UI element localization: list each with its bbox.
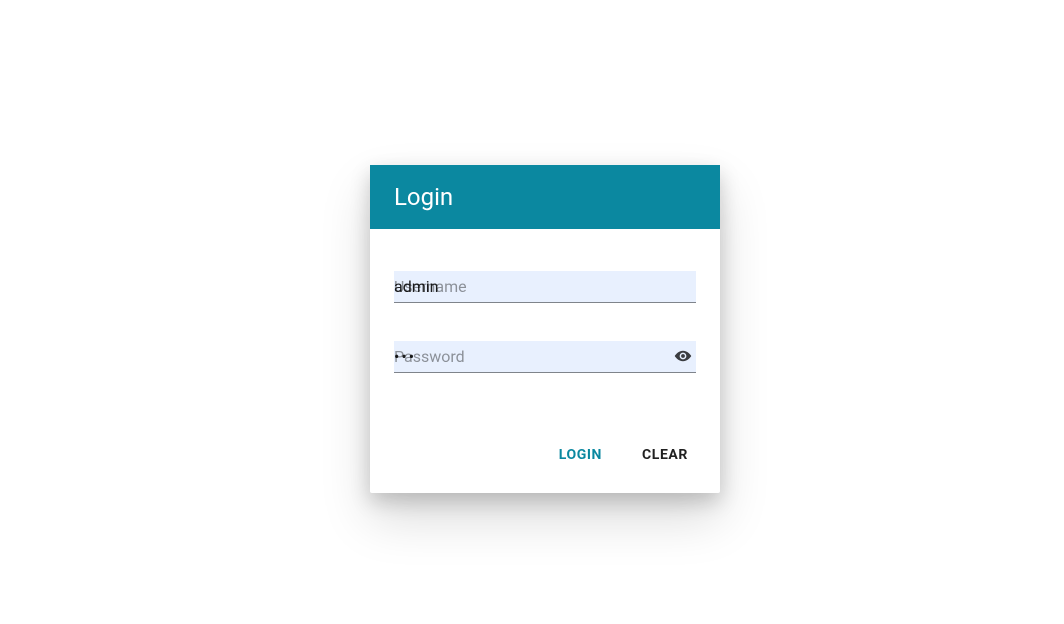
card-body: Username Password (370, 229, 720, 421)
password-field-group: Password (394, 341, 696, 373)
card-actions: Login Clear (370, 421, 720, 493)
password-input[interactable] (394, 341, 696, 373)
username-field-group: Username (394, 271, 696, 303)
login-button[interactable]: Login (551, 439, 610, 471)
username-input[interactable] (394, 271, 696, 303)
login-card: Login Username Password Login Clear (370, 165, 720, 493)
clear-button[interactable]: Clear (634, 439, 696, 471)
card-title: Login (370, 165, 720, 229)
eye-icon[interactable] (674, 347, 692, 365)
